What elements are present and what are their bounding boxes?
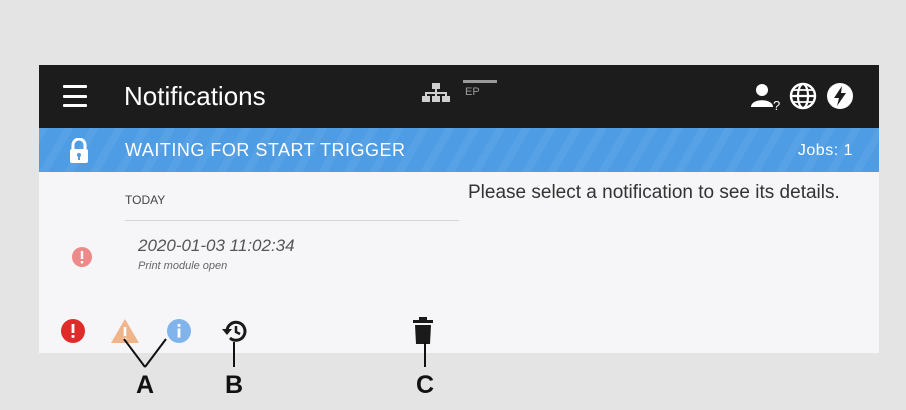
screenshot-frame: Notifications EP ? WAITING FOR START TRI…	[0, 0, 906, 410]
callout-c: C	[416, 371, 435, 399]
callout-a: A	[136, 371, 155, 399]
callout-lines	[123, 338, 426, 368]
callout-b: B	[225, 371, 244, 399]
